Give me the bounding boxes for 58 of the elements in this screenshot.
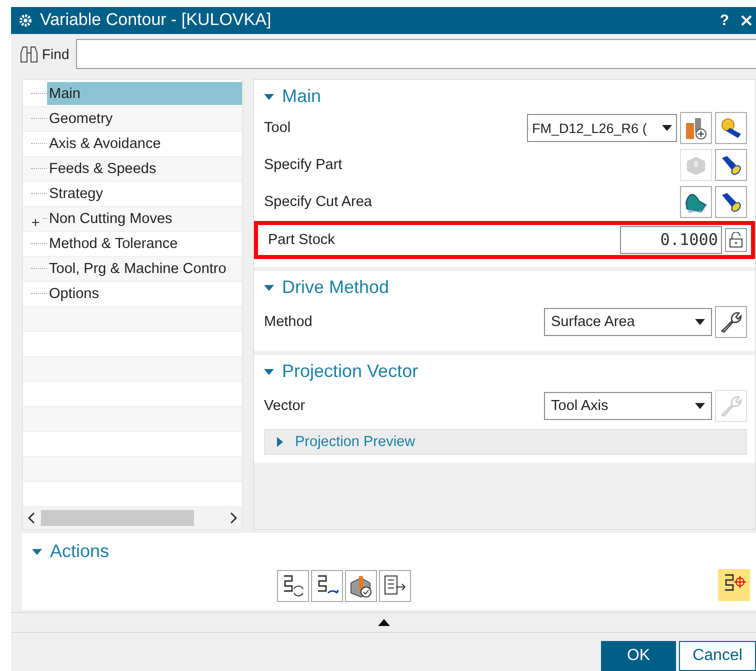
- icon-button[interactable]: [680, 112, 712, 144]
- action-button[interactable]: [277, 570, 309, 602]
- tree-item[interactable]: Method & Tolerance: [47, 232, 242, 256]
- action-button[interactable]: [345, 570, 377, 602]
- tree-item[interactable]: Strategy: [47, 182, 242, 206]
- collapse-caret-icon[interactable]: [264, 92, 274, 102]
- collapse-caret-icon[interactable]: [264, 282, 274, 293]
- tree-item[interactable]: Axis & Avoidance: [47, 132, 242, 156]
- icon-button[interactable]: [680, 186, 712, 218]
- scroll-left-icon[interactable]: [27, 512, 37, 524]
- expand-caret-icon[interactable]: [275, 436, 285, 447]
- field-label: Specify Part: [264, 157, 344, 174]
- action-button[interactable]: [379, 570, 411, 602]
- icon-button[interactable]: [715, 149, 747, 182]
- field-label: Part Stock: [268, 232, 336, 248]
- window-title: Variable Contour - [KULOVKA]: [40, 10, 272, 30]
- dropdown-arrow-icon: [695, 402, 705, 409]
- dropdown[interactable]: Tool Axis: [544, 392, 712, 420]
- unlocked-padlock-icon: [729, 232, 743, 248]
- ok-button[interactable]: OK: [601, 641, 676, 671]
- icon-button[interactable]: [715, 112, 747, 144]
- scroll-right-icon[interactable]: [228, 512, 238, 524]
- help-button[interactable]: ?: [716, 12, 733, 29]
- field-label: Vector: [264, 398, 306, 414]
- tool-dropdown[interactable]: FM_D12_L26_R6 (: [527, 114, 677, 142]
- gear-icon: [19, 14, 32, 27]
- section-title[interactable]: Actions: [50, 541, 110, 562]
- section-title[interactable]: Main: [282, 86, 322, 108]
- tree-item[interactable]: Options: [47, 282, 242, 306]
- expand-icon[interactable]: [31, 218, 40, 228]
- field-label: Tool: [264, 120, 292, 136]
- lock-button[interactable]: [725, 228, 747, 252]
- subsection-header[interactable]: Projection Preview: [264, 428, 747, 455]
- tree-item[interactable]: Main: [47, 82, 242, 106]
- collapse-caret-icon[interactable]: [32, 546, 42, 557]
- flashlight-icon: [719, 153, 743, 178]
- icon-button[interactable]: [715, 306, 747, 338]
- binoculars-icon: [19, 45, 39, 64]
- collapse-caret-icon[interactable]: [264, 366, 274, 377]
- action-button[interactable]: [311, 570, 343, 602]
- find-field[interactable]: [76, 39, 756, 70]
- section-title[interactable]: Projection Vector: [282, 361, 418, 382]
- flashlight-icon: [719, 190, 743, 214]
- dropdown[interactable]: Surface Area: [544, 308, 712, 336]
- close-icon[interactable]: [741, 14, 752, 26]
- field-label: Method: [264, 314, 314, 330]
- icon-button[interactable]: [715, 186, 747, 218]
- cancel-button[interactable]: Cancel: [679, 641, 756, 671]
- collapse-arrow-icon[interactable]: [378, 618, 390, 626]
- dropdown-arrow-icon: [695, 318, 705, 325]
- dropdown-arrow-icon: [662, 125, 672, 132]
- section-title[interactable]: Drive Method: [282, 277, 390, 298]
- find-label: Find: [42, 46, 70, 62]
- tool-add-icon: [683, 115, 709, 142]
- horizontal-scrollbar[interactable]: [23, 506, 242, 529]
- field-label: Specify Cut Area: [264, 194, 373, 210]
- action-button[interactable]: [718, 568, 750, 601]
- number-field[interactable]: 0.1000: [620, 226, 722, 254]
